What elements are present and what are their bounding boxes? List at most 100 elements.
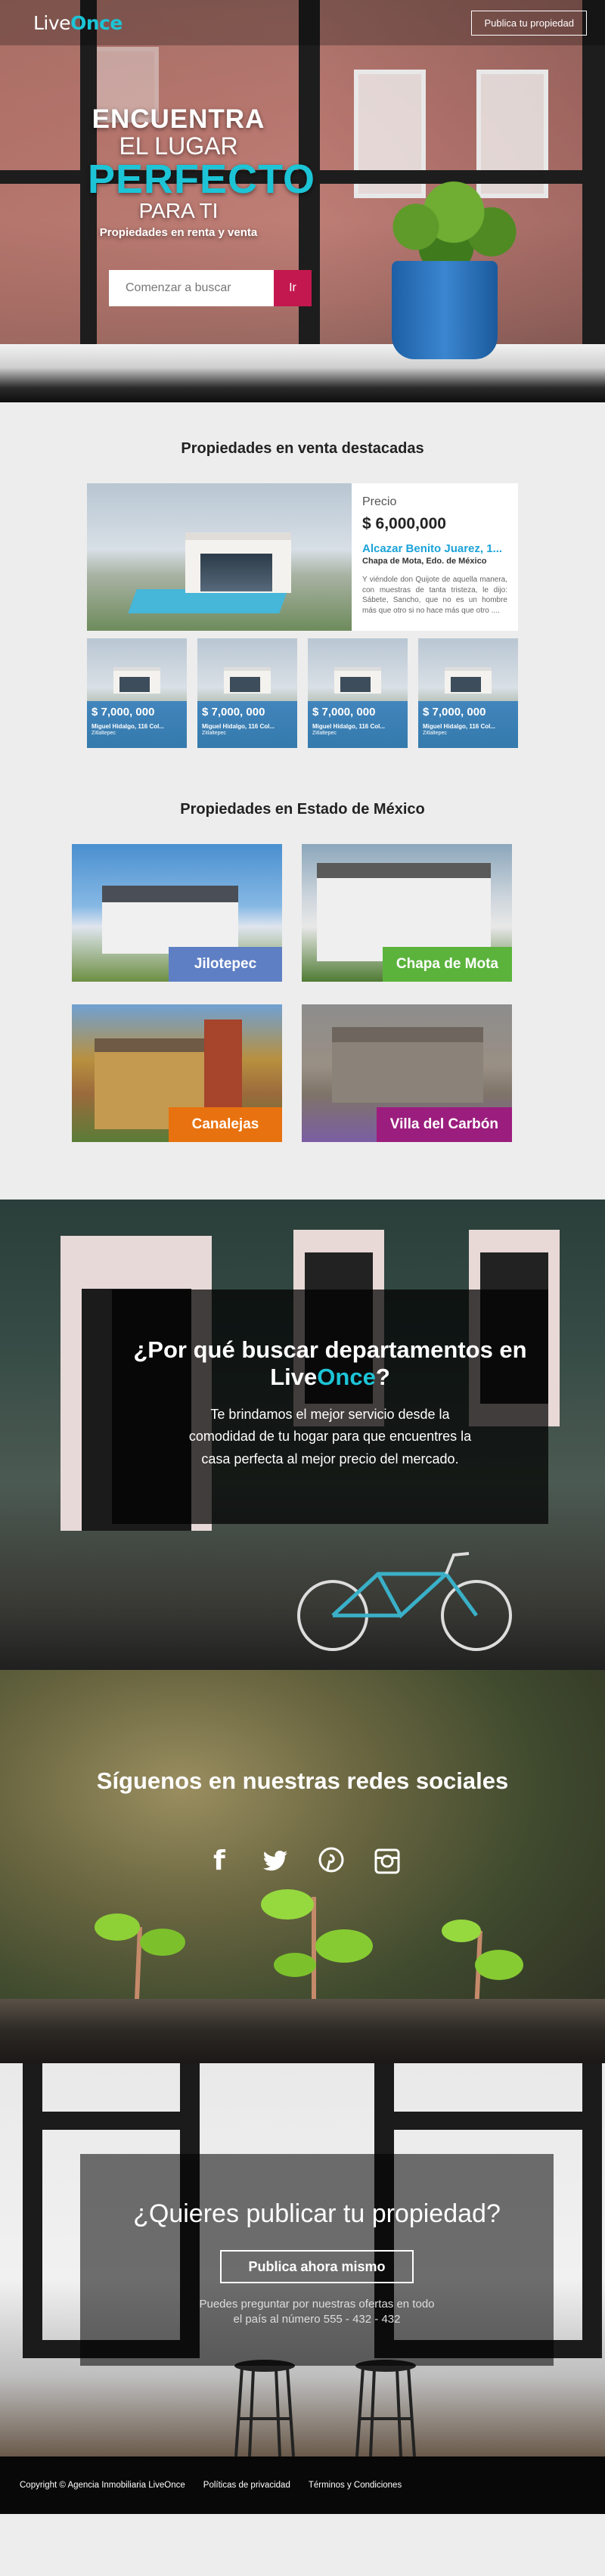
card-address: Miguel Hidalgo, 116 Col... — [92, 723, 165, 730]
property-card[interactable]: $ 7,000, 000 Miguel Hidalgo, 116 Col... … — [308, 638, 408, 748]
search-input[interactable] — [109, 270, 274, 306]
region-tag: Jilotepec — [169, 947, 282, 982]
price-label: Precio — [362, 495, 397, 508]
facebook-icon[interactable]: f — [206, 1846, 233, 1876]
why-title-live: Live — [270, 1363, 318, 1390]
house-illustration — [102, 886, 238, 954]
house-thumbnail — [334, 667, 381, 694]
window-frame — [374, 2112, 601, 2130]
why-text: Te brindamos el mejor servicio desde la … — [188, 1407, 472, 1466]
hero-line-3: PERFECTO — [88, 157, 316, 203]
hero-line-4: PARA TI — [138, 199, 219, 223]
card-city: Zitlaltepec — [423, 731, 447, 736]
window-frame — [582, 2063, 602, 2358]
why-section: ¿Por qué buscar departamentos en LiveOnce… — [0, 1200, 605, 1670]
why-box: ¿Por qué buscar departamentos en LiveOnce… — [112, 1290, 548, 1524]
property-name-link[interactable]: Alcazar Benito Juarez, 1... — [362, 542, 507, 555]
card-address: Miguel Hidalgo, 116 Col... — [423, 723, 496, 730]
publish-text: Puedes preguntar por nuestras ofertas en… — [199, 2298, 435, 2326]
why-title: ¿Por qué buscar departamentos en LiveOnce… — [112, 1336, 548, 1390]
stool-image — [234, 2360, 295, 2457]
region-title: Propiedades en Estado de México — [180, 801, 425, 818]
card-city: Zitlaltepec — [202, 731, 226, 736]
search-button[interactable]: Ir — [274, 270, 312, 306]
featured-property-image — [87, 483, 352, 631]
why-title-text: ¿Por qué buscar departamentos en — [133, 1336, 527, 1363]
region-card-jilotepec[interactable]: Jilotepec — [72, 844, 282, 982]
sprout-image — [261, 1889, 373, 2010]
region-card-chapa-de-mota[interactable]: Chapa de Mota — [302, 844, 512, 982]
stool-image — [355, 2360, 416, 2457]
region-tag: Villa del Carbón — [376, 1107, 512, 1142]
property-description: Y viéndole don Quijote de aquella manera… — [362, 576, 507, 615]
why-title-mark: ? — [375, 1363, 390, 1390]
hero-subtitle: Propiedades en renta y venta — [99, 226, 258, 240]
publish-title: ¿Quieres publicar tu propiedad? — [133, 2199, 501, 2228]
region-grid: Jilotepec Chapa de Mota Canalejas Villa … — [72, 844, 533, 1142]
bicycle-image — [297, 1552, 512, 1651]
plant-pot-image — [392, 261, 498, 359]
card-address: Miguel Hidalgo, 116 Col... — [312, 723, 386, 730]
logo-text-live: Live — [33, 11, 71, 34]
property-card-overlay: $ 7,000, 000 Miguel Hidalgo, 116 Col... … — [308, 701, 408, 748]
hero-line-2: EL LUGAR — [119, 132, 238, 160]
tower-illustration — [204, 1020, 242, 1118]
house-thumbnail — [224, 667, 271, 694]
price-value: $ 6,000,000 — [362, 515, 446, 532]
publish-now-button[interactable]: Publica ahora mismo — [220, 2250, 414, 2283]
terms-link[interactable]: Términos y Condiciones — [309, 2481, 402, 2490]
social-icons: f — [206, 1846, 401, 1876]
region-card-canalejas[interactable]: Canalejas — [72, 1004, 282, 1142]
property-card[interactable]: $ 7,000, 000 Miguel Hidalgo, 116 Col... … — [87, 638, 187, 748]
featured-cards-grid: $ 7,000, 000 Miguel Hidalgo, 116 Col... … — [87, 638, 518, 748]
search-bar: Ir — [109, 270, 312, 306]
house-glass — [200, 554, 272, 591]
region-tag: Chapa de Mota — [382, 947, 512, 982]
card-city: Zitlaltepec — [92, 731, 116, 736]
logo[interactable]: LiveOnce — [33, 12, 123, 34]
instagram-icon[interactable] — [374, 1846, 401, 1876]
region-section: Propiedades en Estado de México Jilotepe… — [0, 778, 605, 1200]
sprout-image — [442, 1920, 523, 2010]
house-thumbnail — [113, 667, 160, 694]
card-price: $ 7,000, 000 — [423, 706, 486, 718]
property-card-overlay: $ 7,000, 000 Miguel Hidalgo, 116 Col... … — [197, 701, 297, 748]
social-title: Síguenos en nuestras redes sociales — [96, 1768, 509, 1794]
house-thumbnail — [445, 667, 492, 694]
region-tag: Canalejas — [169, 1107, 282, 1142]
featured-info: Precio $ 6,000,000 Alcazar Benito Juarez… — [352, 483, 518, 631]
footer-copyright: Copyright © Agencia Inmobiliaria LiveOnc… — [20, 2481, 185, 2490]
building-illustration — [332, 1027, 483, 1103]
property-card[interactable]: $ 7,000, 000 Miguel Hidalgo, 116 Col... … — [197, 638, 297, 748]
publish-section: ¿Quieres publicar tu propiedad? Publica … — [0, 2063, 605, 2457]
property-card[interactable]: $ 7,000, 000 Miguel Hidalgo, 116 Col... … — [418, 638, 518, 748]
hero-section: ENCUENTRA EL LUGAR PERFECTO PARA TI Prop… — [0, 0, 605, 402]
top-nav: LiveOnce Publica tu propiedad — [0, 0, 605, 45]
featured-main-card[interactable]: Precio $ 6,000,000 Alcazar Benito Juarez… — [87, 483, 518, 631]
hero-line-1: ENCUENTRA — [92, 104, 265, 134]
window-sill — [0, 344, 605, 402]
card-price: $ 7,000, 000 — [202, 706, 265, 718]
social-section: Síguenos en nuestras redes sociales f — [0, 1670, 605, 2063]
region-card-villa-del-carbon[interactable]: Villa del Carbón — [302, 1004, 512, 1142]
featured-title: Propiedades en venta destacadas — [181, 440, 424, 457]
window-frame — [23, 2063, 42, 2358]
pinterest-icon[interactable] — [318, 1846, 345, 1876]
property-location: Chapa de Mota, Edo. de México — [362, 557, 487, 566]
privacy-link[interactable]: Políticas de privacidad — [203, 2481, 290, 2490]
property-card-overlay: $ 7,000, 000 Miguel Hidalgo, 116 Col... … — [418, 701, 518, 748]
card-price: $ 7,000, 000 — [92, 706, 155, 718]
twitter-icon[interactable] — [262, 1846, 289, 1876]
footer: Copyright © Agencia Inmobiliaria LiveOnc… — [0, 2457, 605, 2514]
window-frame — [23, 2112, 200, 2130]
card-price: $ 7,000, 000 — [312, 706, 376, 718]
card-city: Zitlaltepec — [312, 731, 337, 736]
property-card-overlay: $ 7,000, 000 Miguel Hidalgo, 116 Col... … — [87, 701, 187, 748]
publish-property-button[interactable]: Publica tu propiedad — [471, 10, 587, 36]
featured-section: Propiedades en venta destacadas Precio $… — [0, 402, 605, 778]
why-title-once: Once — [317, 1363, 376, 1390]
card-address: Miguel Hidalgo, 116 Col... — [202, 723, 275, 730]
house-shape — [185, 532, 291, 593]
logo-text-once: Once — [70, 11, 123, 34]
hero-heading: ENCUENTRA EL LUGAR PERFECTO PARA TI Prop… — [88, 104, 316, 240]
